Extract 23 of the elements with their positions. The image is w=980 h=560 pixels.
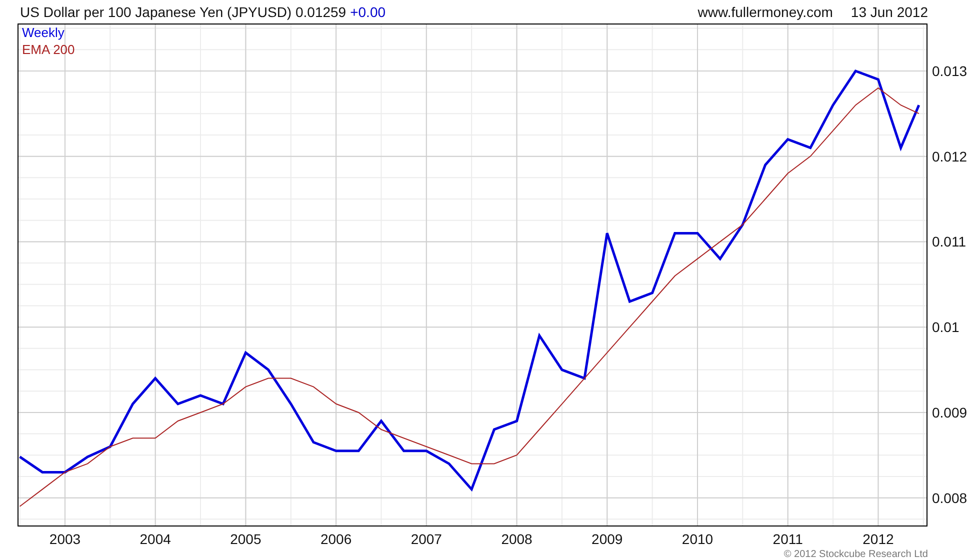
- axis-label: 2005: [230, 530, 262, 547]
- axis-label: 0.01: [932, 319, 960, 336]
- legend-label: EMA 200: [22, 42, 75, 57]
- axis-label: 2011: [772, 530, 803, 547]
- axis-label: 2004: [140, 530, 171, 547]
- axis-label: 0.012: [932, 148, 968, 164]
- copyright-text: © 2012 Stockcube Research Ltd: [784, 549, 928, 560]
- axis-label: 2006: [320, 530, 352, 547]
- axis-label: 0.008: [932, 490, 968, 506]
- axis-label: 2008: [501, 530, 532, 547]
- axis-label: 2007: [410, 530, 442, 547]
- axis-label: 2012: [862, 530, 894, 547]
- axis-label: 0.013: [932, 62, 968, 79]
- axis-label: 0.009: [932, 404, 968, 420]
- price-change: +0.00: [350, 4, 386, 20]
- chart-title: US Dollar per 100 Japanese Yen (JPYUSD) 0.01259: [20, 4, 346, 20]
- axis-label: 0.011: [932, 234, 966, 250]
- axis-label: 2010: [682, 530, 714, 547]
- axis-label: 2003: [49, 530, 81, 547]
- website-link[interactable]: www.fullermoney.com: [698, 4, 833, 20]
- chart-date: 13 Jun 2012: [850, 4, 928, 20]
- legend-label: Weekly: [22, 24, 64, 40]
- axis-label: 2009: [592, 530, 623, 547]
